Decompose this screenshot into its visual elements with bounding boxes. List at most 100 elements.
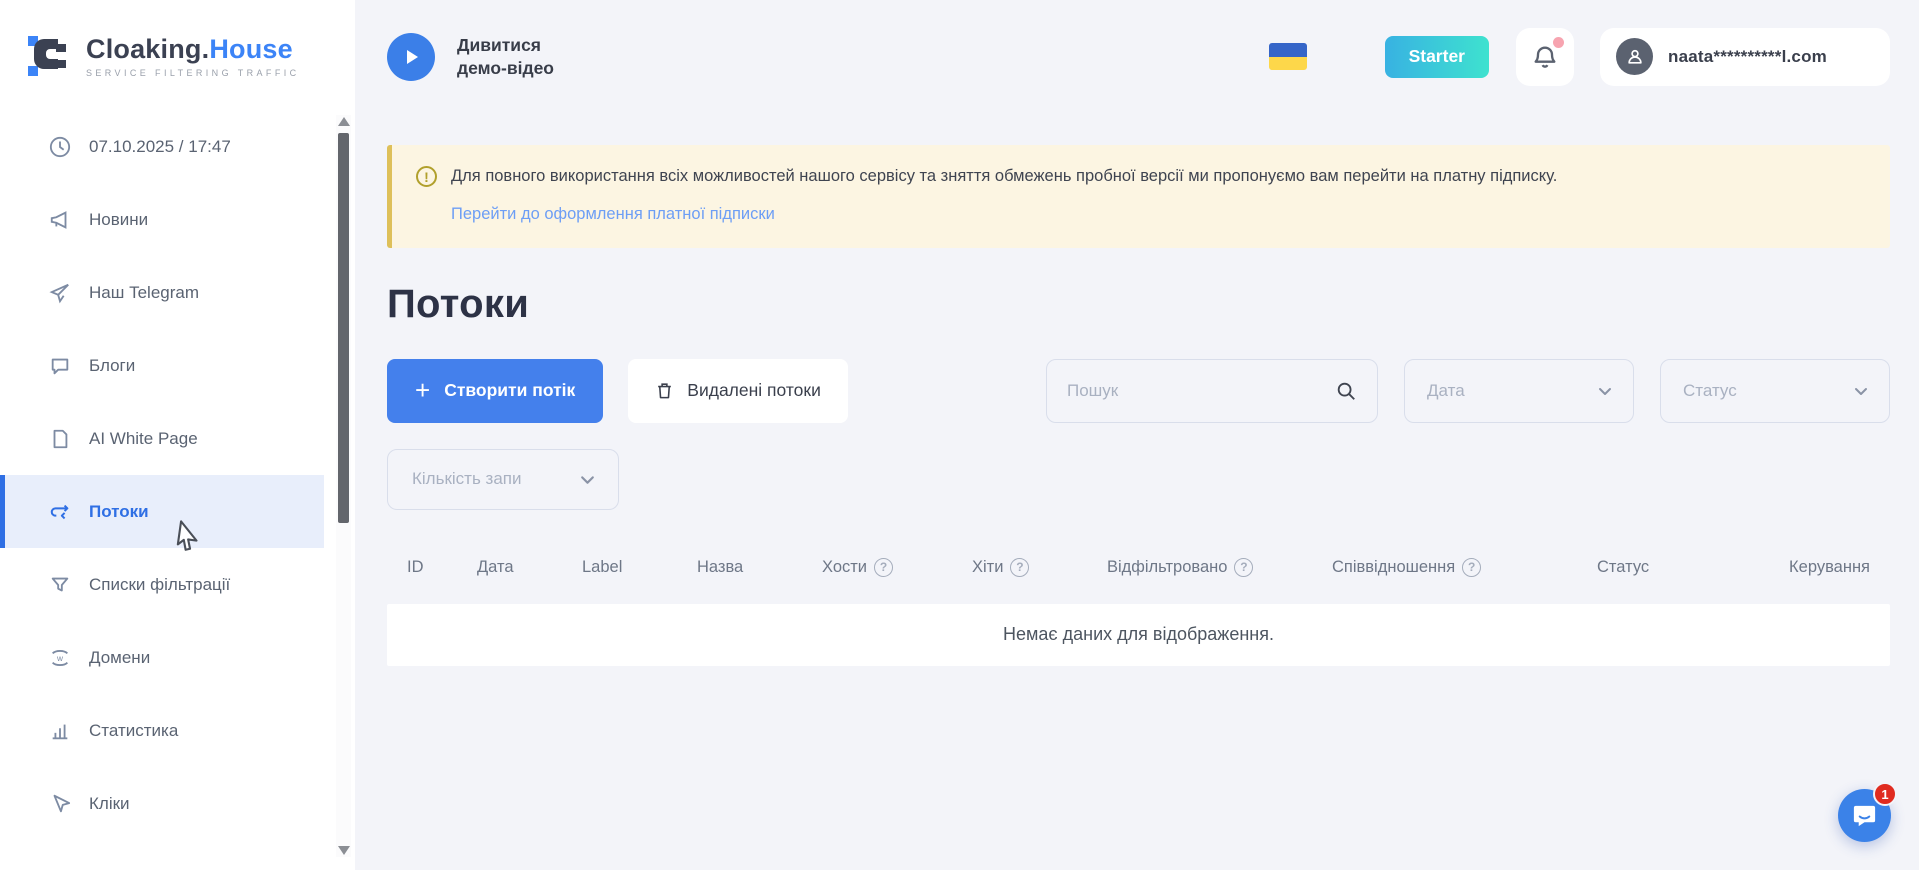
trial-warning-banner: ! Для повного використання всіх можливос… <box>387 145 1890 248</box>
sidebar-item-statistics[interactable]: Статистика <box>0 694 324 767</box>
upgrade-subscription-link[interactable]: Перейти до оформлення платної підписки <box>451 205 775 224</box>
main-area: Дивитися демо-відео Starter naata*******… <box>355 0 1919 870</box>
sidebar-item-ai-white-page[interactable]: AI White Page <box>0 402 324 475</box>
sidebar-item-filter-lists[interactable]: Списки фільтрації <box>0 548 324 621</box>
sidebar-scrollbar[interactable] <box>336 115 351 857</box>
column-header-date: Дата <box>477 558 582 577</box>
column-header-actions: Керування <box>1747 558 1870 577</box>
chat-launcher-button[interactable]: 1 <box>1838 789 1891 842</box>
chevron-down-icon <box>1853 383 1869 399</box>
topbar-right: Starter naata**********l.com <box>1269 28 1890 86</box>
column-header-ratio: Співвідношення? <box>1332 558 1597 577</box>
play-icon <box>401 47 421 67</box>
logo-tagline: SERVICE FILTERING TRAFFIC <box>86 68 300 78</box>
scrollbar-thumb[interactable] <box>338 133 349 523</box>
banner-text: Для повного використання всіх можливосте… <box>451 165 1557 189</box>
sidebar-item-label: Блоги <box>89 356 135 376</box>
topbar: Дивитися демо-відео Starter naata*******… <box>387 0 1890 113</box>
search-input[interactable] <box>1067 381 1335 401</box>
sidebar-item-label: Статистика <box>89 721 178 741</box>
user-account-button[interactable]: naata**********l.com <box>1600 28 1890 86</box>
sidebar: Cloaking.House SERVICE FILTERING TRAFFIC… <box>0 0 355 870</box>
count-row: Кількість запи <box>387 449 1890 510</box>
mouse-cursor <box>168 520 202 563</box>
table-header-row: ID Дата Label Назва Хости? Хіти? Відфіль… <box>387 558 1890 577</box>
page-title: Потоки <box>387 282 1890 327</box>
status-filter-select[interactable]: Статус <box>1660 359 1890 423</box>
column-header-id: ID <box>407 558 477 577</box>
records-count-select[interactable]: Кількість запи <box>387 449 619 510</box>
avatar <box>1616 38 1653 75</box>
telegram-icon <box>48 281 72 305</box>
column-header-hosts: Хости? <box>822 558 972 577</box>
sidebar-item-blogs[interactable]: Блоги <box>0 329 324 402</box>
notification-dot <box>1553 37 1564 48</box>
search-icon[interactable] <box>1335 380 1357 402</box>
date-filter-select[interactable]: Дата <box>1404 359 1634 423</box>
column-header-label: Label <box>582 558 697 577</box>
logo-title-blue: House <box>209 34 293 64</box>
warning-icon: ! <box>416 166 437 187</box>
plan-badge-button[interactable]: Starter <box>1385 36 1489 78</box>
demo-video-label[interactable]: Дивитися демо-відео <box>457 34 554 80</box>
help-icon[interactable]: ? <box>1010 558 1029 577</box>
filter-icon <box>48 573 72 597</box>
chat-smile-icon <box>1851 802 1878 829</box>
records-count-label: Кількість запи <box>412 469 522 489</box>
help-icon[interactable]: ? <box>1234 558 1253 577</box>
sidebar-item-label: Наш Telegram <box>89 283 199 303</box>
chat-bubble-icon <box>48 354 72 378</box>
status-filter-label: Статус <box>1683 381 1737 401</box>
app-logo[interactable]: Cloaking.House SERVICE FILTERING TRAFFIC <box>0 0 355 100</box>
chevron-down-icon <box>1597 383 1613 399</box>
logo-text: Cloaking.House SERVICE FILTERING TRAFFIC <box>86 34 300 78</box>
search-box <box>1046 359 1378 423</box>
sidebar-item-datetime: 07.10.2025 / 17:47 <box>0 110 324 183</box>
svg-text:w: w <box>56 653 63 662</box>
page-icon <box>48 427 72 451</box>
chevron-down-icon <box>579 471 596 488</box>
sidebar-item-clicks[interactable]: Кліки <box>0 767 324 840</box>
chat-unread-badge: 1 <box>1873 782 1897 806</box>
table-empty-state: Немає даних для відображення. <box>387 604 1890 666</box>
logo-title-dark: Cloaking. <box>86 34 209 64</box>
stats-icon <box>48 719 72 743</box>
scroll-up-arrow-icon[interactable] <box>338 117 350 126</box>
notifications-button[interactable] <box>1516 28 1574 86</box>
date-filter-label: Дата <box>1427 381 1465 401</box>
sidebar-item-label: Домени <box>89 648 150 668</box>
empty-state-text: Немає даних для відображення. <box>1003 624 1274 645</box>
sidebar-item-domains[interactable]: w Домени <box>0 621 324 694</box>
sidebar-item-label: 07.10.2025 / 17:47 <box>89 137 231 157</box>
play-demo-button[interactable] <box>387 33 435 81</box>
deleted-flows-button[interactable]: Видалені потоки <box>628 359 848 423</box>
sidebar-nav: 07.10.2025 / 17:47 Новини Наш Telegram Б… <box>0 110 355 840</box>
user-email: naata**********l.com <box>1668 47 1827 67</box>
sidebar-item-telegram[interactable]: Наш Telegram <box>0 256 324 329</box>
sidebar-item-label: AI White Page <box>89 429 198 449</box>
clock-icon <box>48 135 72 159</box>
column-header-hits: Хіти? <box>972 558 1107 577</box>
sidebar-item-label: Новини <box>89 210 148 230</box>
help-icon[interactable]: ? <box>874 558 893 577</box>
sidebar-item-news[interactable]: Новини <box>0 183 324 256</box>
plus-icon: + <box>415 377 430 403</box>
sidebar-item-label: Списки фільтрації <box>89 575 230 595</box>
flows-icon <box>48 500 72 524</box>
sidebar-item-flows[interactable]: Потоки <box>0 475 324 548</box>
app-window: Cloaking.House SERVICE FILTERING TRAFFIC… <box>0 0 1919 870</box>
column-header-filtered: Відфільтровано? <box>1107 558 1332 577</box>
domains-icon: w <box>48 646 72 670</box>
help-icon[interactable]: ? <box>1462 558 1481 577</box>
megaphone-icon <box>48 208 72 232</box>
actions-row: + Створити потік Видалені потоки Дата Ст… <box>387 359 1890 423</box>
scroll-down-arrow-icon[interactable] <box>338 846 350 855</box>
column-header-status: Статус <box>1597 558 1747 577</box>
clicks-icon <box>48 792 72 816</box>
language-flag-ukraine[interactable] <box>1269 43 1307 70</box>
user-icon <box>1625 47 1645 67</box>
logo-icon <box>26 30 72 82</box>
create-flow-button[interactable]: + Створити потік <box>387 359 603 423</box>
sidebar-item-label: Потоки <box>89 502 149 522</box>
sidebar-item-label: Кліки <box>89 794 130 814</box>
